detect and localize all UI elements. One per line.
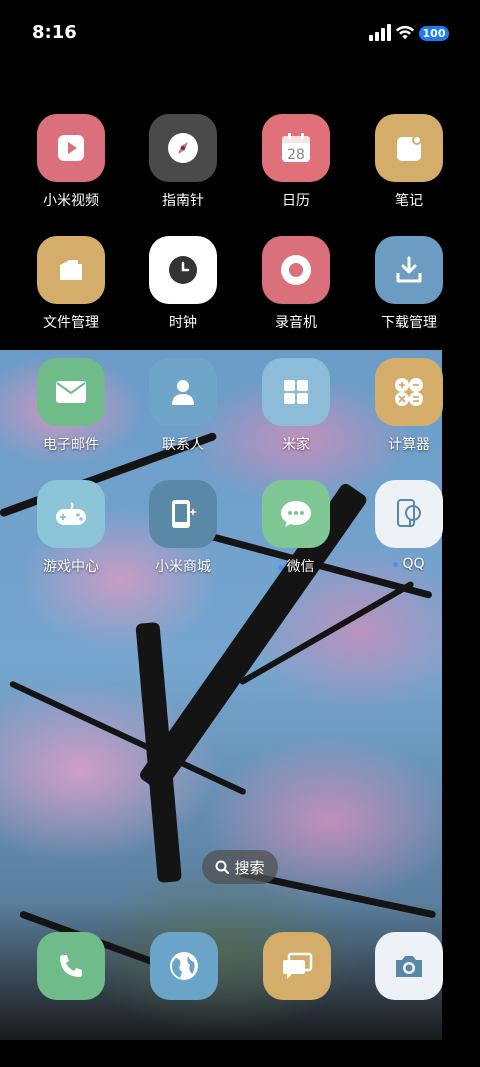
video-play-icon (37, 114, 105, 182)
app-mi-store[interactable]: 小米商城 (128, 480, 238, 576)
app-label: 电子邮件 (43, 437, 99, 453)
dock-camera[interactable] (375, 932, 443, 1000)
app-clock[interactable]: 时钟 (128, 236, 238, 332)
dock-messages[interactable] (263, 932, 331, 1000)
wechat-icon (262, 480, 330, 548)
dock-browser[interactable] (150, 932, 218, 1000)
calendar-date: 28 (287, 147, 305, 163)
grid-tiles-icon (262, 358, 330, 426)
search-label: 搜索 (234, 858, 265, 877)
calculator-icon (375, 358, 443, 426)
cellular-signal-icon (369, 24, 391, 41)
camera-icon (375, 932, 443, 1000)
qq-icon (375, 480, 443, 548)
dock-phone[interactable] (37, 932, 105, 1000)
app-label: 指南针 (162, 193, 204, 209)
new-install-dot (393, 561, 399, 567)
app-label: 米家 (282, 437, 310, 453)
app-label: 联系人 (162, 437, 204, 453)
app-wechat[interactable]: 微信 (241, 480, 351, 576)
app-label: 计算器 (388, 437, 430, 453)
app-mi-video[interactable]: 小米视频 (16, 114, 126, 210)
app-label: 下载管理 (381, 315, 437, 331)
app-calculator[interactable]: 计算器 (354, 358, 464, 454)
app-game-center[interactable]: 游戏中心 (16, 480, 126, 576)
battery-indicator: 100 (419, 26, 449, 41)
app-label: 日历 (282, 193, 310, 209)
app-files[interactable]: 文件管理 (16, 236, 126, 332)
home-screen: 8:16 100 小米视频 指南针 28 日历 笔记 文件管理 时钟 录音机 下… (0, 0, 480, 1067)
app-label: 游戏中心 (43, 559, 99, 575)
compass-icon (149, 114, 217, 182)
app-notes[interactable]: 笔记 (354, 114, 464, 210)
app-qq[interactable]: QQ (354, 480, 464, 572)
app-compass[interactable]: 指南针 (128, 114, 238, 210)
app-label: QQ (402, 556, 425, 572)
store-phone-icon (149, 480, 217, 548)
app-label: 录音机 (275, 315, 317, 331)
search-button[interactable]: 搜索 (202, 850, 278, 884)
app-label: 笔记 (395, 193, 423, 209)
folder-icon (37, 236, 105, 304)
calendar-icon: 28 (262, 114, 330, 182)
app-email[interactable]: 电子邮件 (16, 358, 126, 454)
status-bar: 8:16 100 (0, 0, 480, 68)
app-label: 微信 (286, 559, 315, 575)
new-install-dot (277, 564, 283, 570)
app-label: 文件管理 (43, 315, 99, 331)
phone-icon (37, 932, 105, 1000)
wifi-icon (395, 25, 415, 40)
search-icon (215, 860, 230, 874)
app-label: 小米商城 (155, 559, 211, 575)
messages-icon (263, 932, 331, 1000)
mail-icon (37, 358, 105, 426)
app-contacts[interactable]: 联系人 (128, 358, 238, 454)
gamepad-icon (37, 480, 105, 548)
app-downloads[interactable]: 下载管理 (354, 236, 464, 332)
globe-icon (150, 932, 218, 1000)
note-icon (375, 114, 443, 182)
clock-icon (149, 236, 217, 304)
app-label: 小米视频 (43, 193, 99, 209)
person-icon (149, 358, 217, 426)
status-time: 8:16 (32, 22, 77, 43)
download-icon (375, 236, 443, 304)
app-mijia[interactable]: 米家 (241, 358, 351, 454)
app-calendar[interactable]: 28 日历 (241, 114, 351, 210)
app-recorder[interactable]: 录音机 (241, 236, 351, 332)
record-icon (262, 236, 330, 304)
app-label: 时钟 (169, 315, 197, 331)
